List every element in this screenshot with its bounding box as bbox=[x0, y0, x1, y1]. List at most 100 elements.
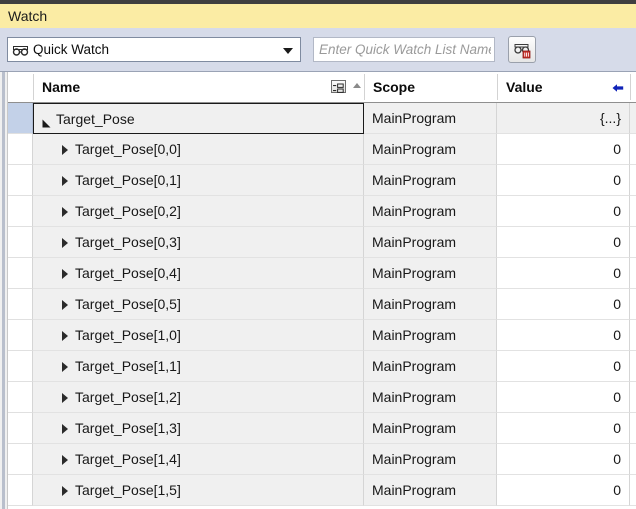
table-row[interactable]: Target_Pose MainProgram {...} bbox=[8, 103, 636, 134]
table-row[interactable]: Target_Pose[1,3] MainProgram 0 bbox=[8, 413, 636, 444]
cell-name-text: Target_Pose bbox=[56, 111, 135, 127]
column-header-value[interactable]: Value bbox=[498, 72, 630, 102]
quick-watch-list-name-input[interactable]: Enter Quick Watch List Name... bbox=[313, 37, 495, 62]
cell-value-text: 0 bbox=[613, 172, 621, 188]
expand-triangle-closed-icon[interactable] bbox=[62, 176, 68, 186]
table-row[interactable]: Target_Pose[1,5] MainProgram 0 bbox=[8, 475, 636, 506]
expand-triangle-closed-icon[interactable] bbox=[62, 207, 68, 217]
cell-name[interactable]: Target_Pose[1,4] bbox=[33, 444, 364, 475]
cell-value[interactable]: 0 bbox=[497, 165, 630, 196]
cell-name[interactable]: Target_Pose[0,3] bbox=[33, 227, 364, 258]
cell-overflow bbox=[630, 475, 636, 506]
cell-scope[interactable]: MainProgram bbox=[364, 320, 497, 351]
row-selector-cell[interactable] bbox=[8, 196, 33, 227]
cell-name[interactable]: Target_Pose bbox=[33, 103, 364, 134]
row-selector-cell[interactable] bbox=[8, 351, 33, 382]
cell-value[interactable]: 0 bbox=[497, 382, 630, 413]
cell-scope[interactable]: MainProgram bbox=[364, 165, 497, 196]
cell-value[interactable]: 0 bbox=[497, 351, 630, 382]
table-row[interactable]: Target_Pose[0,0] MainProgram 0 bbox=[8, 134, 636, 165]
expand-triangle-closed-icon[interactable] bbox=[62, 362, 68, 372]
expand-triangle-closed-icon[interactable] bbox=[62, 393, 68, 403]
cell-value[interactable]: 0 bbox=[497, 196, 630, 227]
grid-body: Target_Pose MainProgram {...} Target_Pose[0… bbox=[8, 103, 636, 509]
cell-name[interactable]: Target_Pose[0,4] bbox=[33, 258, 364, 289]
expand-triangle-closed-icon[interactable] bbox=[62, 145, 68, 155]
cell-name[interactable]: Target_Pose[0,0] bbox=[33, 134, 364, 165]
cell-value[interactable]: 0 bbox=[497, 289, 630, 320]
table-row[interactable]: Target_Pose[0,2] MainProgram 0 bbox=[8, 196, 636, 227]
column-header-name[interactable]: Name bbox=[34, 72, 364, 102]
table-row[interactable]: Target_Pose[0,3] MainProgram 0 bbox=[8, 227, 636, 258]
expand-triangle-closed-icon[interactable] bbox=[62, 331, 68, 341]
table-row[interactable]: Target_Pose[1,4] MainProgram 0 bbox=[8, 444, 636, 475]
cell-value[interactable]: 0 bbox=[497, 320, 630, 351]
chevron-down-icon[interactable] bbox=[283, 48, 293, 54]
cell-value[interactable]: {...} bbox=[497, 103, 630, 134]
row-selector-cell[interactable] bbox=[8, 289, 33, 320]
sort-ascending-icon[interactable] bbox=[353, 83, 361, 88]
cell-value[interactable]: 0 bbox=[497, 444, 630, 475]
cell-scope[interactable]: MainProgram bbox=[364, 258, 497, 289]
cell-scope[interactable]: MainProgram bbox=[364, 475, 497, 506]
cell-scope[interactable]: MainProgram bbox=[364, 196, 497, 227]
quick-watch-list-name-placeholder: Enter Quick Watch List Name... bbox=[319, 42, 491, 57]
cell-value[interactable]: 0 bbox=[497, 258, 630, 289]
cell-scope[interactable]: MainProgram bbox=[364, 134, 497, 165]
cell-name[interactable]: Target_Pose[1,0] bbox=[33, 320, 364, 351]
cell-name[interactable]: Target_Pose[1,1] bbox=[33, 351, 364, 382]
cell-scope[interactable]: MainProgram bbox=[364, 289, 497, 320]
row-selector-cell[interactable] bbox=[8, 475, 33, 506]
cell-name[interactable]: Target_Pose[1,2] bbox=[33, 382, 364, 413]
row-selector-cell[interactable] bbox=[8, 227, 33, 258]
cell-scope[interactable]: MainProgram bbox=[364, 227, 497, 258]
cell-name[interactable]: Target_Pose[0,1] bbox=[33, 165, 364, 196]
row-selector-cell[interactable] bbox=[8, 382, 33, 413]
cell-scope[interactable]: MainProgram bbox=[364, 413, 497, 444]
table-row[interactable]: Target_Pose[0,1] MainProgram 0 bbox=[8, 165, 636, 196]
expand-triangle-closed-icon[interactable] bbox=[62, 238, 68, 248]
cell-overflow bbox=[630, 165, 636, 196]
column-chooser-icon[interactable] bbox=[331, 80, 346, 93]
table-row[interactable]: Target_Pose[0,5] MainProgram 0 bbox=[8, 289, 636, 320]
table-row[interactable]: Target_Pose[1,1] MainProgram 0 bbox=[8, 351, 636, 382]
cell-name[interactable]: Target_Pose[1,5] bbox=[33, 475, 364, 506]
quick-watch-list-selector[interactable]: Quick Watch bbox=[7, 37, 301, 62]
expand-triangle-closed-icon[interactable] bbox=[62, 269, 68, 279]
cell-name[interactable]: Target_Pose[0,5] bbox=[33, 289, 364, 320]
cell-overflow bbox=[630, 227, 636, 258]
cell-name[interactable]: Target_Pose[0,2] bbox=[33, 196, 364, 227]
cell-overflow bbox=[630, 413, 636, 444]
table-row[interactable]: Target_Pose[0,4] MainProgram 0 bbox=[8, 258, 636, 289]
table-row[interactable]: Target_Pose[1,0] MainProgram 0 bbox=[8, 320, 636, 351]
row-selector-cell[interactable] bbox=[8, 320, 33, 351]
row-selector-cell[interactable] bbox=[8, 258, 33, 289]
cell-value-text: 0 bbox=[613, 358, 621, 374]
row-selector-cell[interactable] bbox=[8, 413, 33, 444]
delete-quick-watch-list-button[interactable] bbox=[508, 36, 536, 63]
row-selector-cell[interactable] bbox=[8, 444, 33, 475]
expand-triangle-closed-icon[interactable] bbox=[62, 424, 68, 434]
row-selector-cell[interactable] bbox=[8, 103, 33, 134]
cell-name-text: Target_Pose[0,5] bbox=[75, 296, 181, 312]
cell-name-text: Target_Pose[0,2] bbox=[75, 203, 181, 219]
expand-triangle-closed-icon[interactable] bbox=[62, 300, 68, 310]
table-row[interactable]: Target_Pose[1,2] MainProgram 0 bbox=[8, 382, 636, 413]
blue-left-arrow-icon[interactable] bbox=[612, 81, 624, 93]
column-header-scope[interactable]: Scope bbox=[365, 72, 497, 102]
expand-triangle-open-icon[interactable] bbox=[42, 115, 51, 128]
cell-scope[interactable]: MainProgram bbox=[364, 103, 497, 134]
cell-name[interactable]: Target_Pose[1,3] bbox=[33, 413, 364, 444]
cell-scope[interactable]: MainProgram bbox=[364, 444, 497, 475]
quick-watch-list-selector-value: Quick Watch bbox=[33, 42, 110, 57]
cell-value[interactable]: 0 bbox=[497, 413, 630, 444]
row-selector-cell[interactable] bbox=[8, 165, 33, 196]
row-selector-cell[interactable] bbox=[8, 134, 33, 165]
cell-value[interactable]: 0 bbox=[497, 134, 630, 165]
expand-triangle-closed-icon[interactable] bbox=[62, 486, 68, 496]
cell-scope[interactable]: MainProgram bbox=[364, 351, 497, 382]
cell-scope[interactable]: MainProgram bbox=[364, 382, 497, 413]
expand-triangle-closed-icon[interactable] bbox=[62, 455, 68, 465]
cell-value[interactable]: 0 bbox=[497, 475, 630, 506]
cell-value[interactable]: 0 bbox=[497, 227, 630, 258]
